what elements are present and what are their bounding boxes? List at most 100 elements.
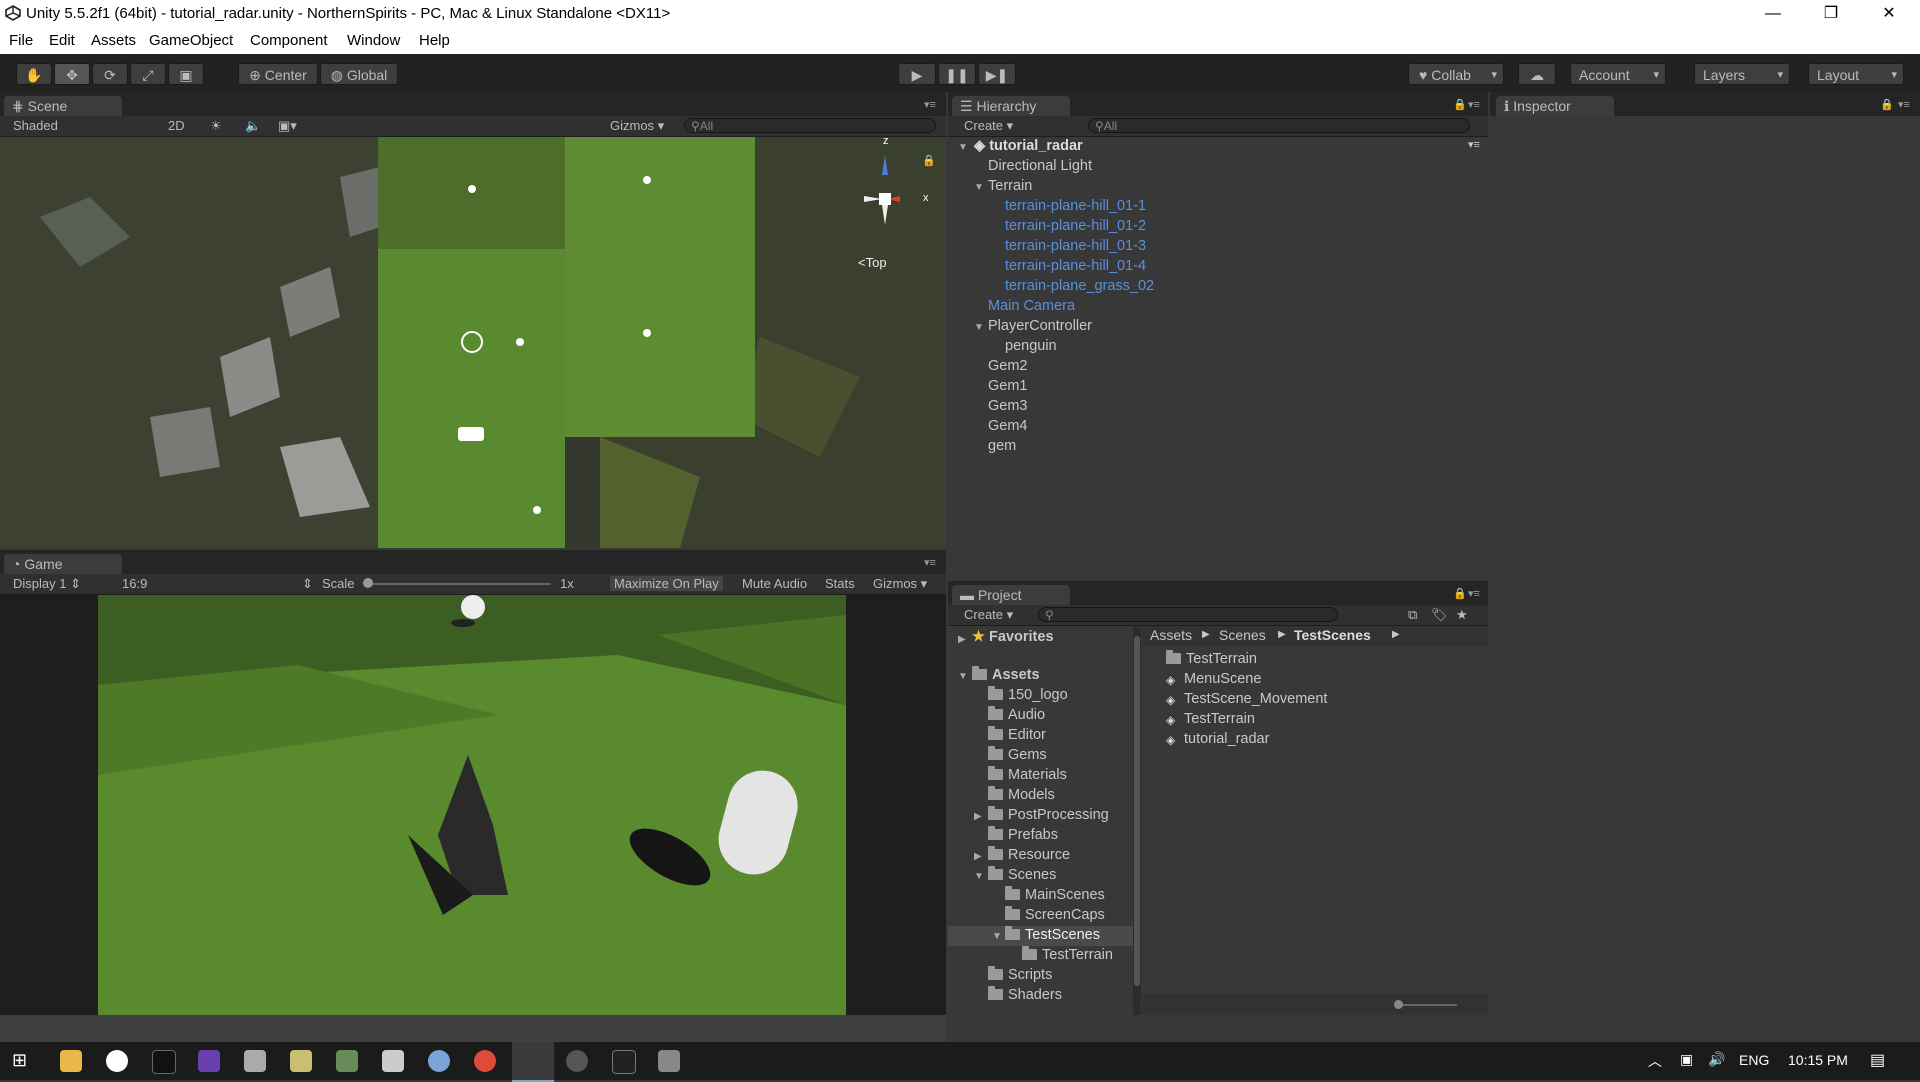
show-hidden-icons-icon[interactable]: ︿ (1648, 1051, 1662, 1071)
tree-scrollbar[interactable] (1133, 626, 1141, 1015)
favorite-star-icon[interactable]: ★ (1456, 607, 1468, 623)
expand-triangle-icon[interactable]: ▶ (958, 634, 966, 645)
tree-folder[interactable]: MainScenes (1005, 886, 1105, 903)
restore-button[interactable]: ❐ (1808, 0, 1854, 28)
menu-window[interactable]: Window (347, 32, 400, 49)
account-dropdown[interactable]: Account (1570, 63, 1666, 86)
hierarchy-item[interactable]: Gem4 (988, 418, 1028, 434)
menu-file[interactable]: File (9, 32, 33, 49)
menu-gameobject[interactable]: GameObject (149, 32, 233, 49)
menu-edit[interactable]: Edit (49, 32, 75, 49)
tree-folder[interactable]: Prefabs (988, 826, 1058, 843)
favorites-folder[interactable]: ★ Favorites (972, 629, 1054, 645)
hierarchy-create-dropdown[interactable]: Create ▾ (964, 118, 1013, 134)
space-toggle[interactable]: ◍ Global (320, 63, 398, 85)
display-dropdown[interactable]: Display 1 ⇕ (13, 576, 81, 592)
toggle-2d[interactable]: 2D (168, 118, 185, 133)
language-indicator[interactable]: ENG (1739, 1052, 1769, 1068)
expand-triangle-icon[interactable]: ▼ (974, 871, 984, 882)
tree-folder[interactable]: Models (988, 786, 1055, 803)
scene-search-input[interactable]: ⚲All (684, 118, 936, 133)
project-create-dropdown[interactable]: Create ▾ (964, 607, 1013, 623)
assets-folder[interactable]: Assets (972, 666, 1040, 683)
scene-viewport[interactable]: z x 🔒 <Top (0, 137, 946, 548)
expand-triangle-icon[interactable]: ▼ (958, 671, 968, 682)
mute-audio-toggle[interactable]: Mute Audio (742, 576, 807, 591)
game-render[interactable] (98, 595, 846, 1015)
menu-component[interactable]: Component (250, 32, 328, 49)
view-label[interactable]: <Top (858, 255, 887, 270)
rotate-tool-button[interactable]: ⟳ (92, 63, 128, 85)
pause-button[interactable]: ❚❚ (938, 63, 976, 85)
tree-folder[interactable]: PostProcessing (988, 806, 1109, 823)
pivot-toggle[interactable]: ⊕ Center (238, 63, 318, 85)
move-tool-button[interactable]: ✥ (54, 63, 90, 85)
hierarchy-item[interactable]: gem (988, 438, 1016, 454)
scene-options-icon[interactable]: ▾≡ (1468, 138, 1480, 151)
browser-icon[interactable] (428, 1050, 450, 1072)
scene-gizmos-dropdown[interactable]: Gizmos ▾ (610, 118, 664, 134)
gizmo-lock-icon[interactable]: 🔒 (922, 154, 936, 167)
icon-size-slider[interactable] (1397, 1004, 1457, 1006)
maximize-on-play-toggle[interactable]: Maximize On Play (610, 576, 723, 591)
hierarchy-item[interactable]: Gem2 (988, 358, 1028, 374)
tree-folder[interactable]: Scenes (988, 866, 1056, 883)
scene-root[interactable]: ◈ tutorial_radar (974, 138, 1083, 154)
aspect-dropdown[interactable]: 16:9 (122, 576, 147, 591)
filter-label-icon[interactable]: 🏷 (1431, 607, 1448, 623)
visual-studio-icon[interactable] (198, 1050, 220, 1072)
expand-triangle-icon[interactable]: ▼ (974, 322, 984, 333)
expand-triangle-icon[interactable]: ▶ (974, 811, 982, 822)
filter-type-icon[interactable]: ⧉ (1408, 607, 1417, 623)
play-button[interactable]: ▶ (898, 63, 936, 85)
scale-slider[interactable] (365, 583, 551, 585)
collab-dropdown[interactable]: ♥ Collab (1408, 63, 1504, 86)
hierarchy-item[interactable]: Terrain (988, 178, 1032, 194)
project-lock-icon[interactable]: 🔒 (1453, 587, 1467, 600)
stats-toggle[interactable]: Stats (825, 576, 855, 591)
hierarchy-item[interactable]: terrain-plane-hill_01-1 (1005, 198, 1146, 214)
tree-folder[interactable]: Audio (988, 706, 1045, 723)
audio-toggle-icon[interactable]: 🔈 (245, 118, 261, 134)
layout-dropdown[interactable]: Layout (1808, 63, 1904, 86)
tree-folder[interactable]: ScreenCaps (1005, 906, 1105, 923)
tree-folder[interactable]: Resource (988, 846, 1070, 863)
tree-folder[interactable]: Scripts (988, 966, 1052, 983)
tree-folder[interactable]: 150_logo (988, 686, 1068, 703)
chrome-icon[interactable] (474, 1050, 496, 1072)
app-icon[interactable] (336, 1050, 358, 1072)
expand-triangle-icon[interactable]: ▼ (974, 182, 984, 193)
file-item[interactable]: TestTerrain (1166, 650, 1257, 667)
close-button[interactable]: ✕ (1866, 0, 1912, 28)
file-item[interactable]: ◈ TestScene_Movement (1166, 691, 1327, 707)
unity-hub-icon[interactable] (382, 1050, 404, 1072)
tree-folder-selected[interactable]: TestScenes (1005, 926, 1100, 943)
expand-triangle-icon[interactable]: ▶ (974, 851, 982, 862)
shading-dropdown[interactable]: Shaded (13, 118, 58, 133)
inspector-lock-icon[interactable]: 🔒 (1880, 98, 1894, 111)
hierarchy-item[interactable]: terrain-plane_grass_02 (1005, 278, 1154, 294)
tree-folder[interactable]: Materials (988, 766, 1067, 783)
obs-icon[interactable] (612, 1050, 636, 1074)
icon-size-slider-thumb[interactable] (1394, 1000, 1403, 1009)
hierarchy-item[interactable]: terrain-plane-hill_01-4 (1005, 258, 1146, 274)
app-icon[interactable] (152, 1050, 176, 1074)
hierarchy-menu-icon[interactable]: ▾≡ (1468, 98, 1480, 111)
hierarchy-item[interactable]: Gem1 (988, 378, 1028, 394)
app-icon[interactable] (658, 1050, 680, 1072)
file-item[interactable]: ◈ TestTerrain (1166, 711, 1255, 727)
scale-tool-button[interactable]: ⤢ (130, 63, 166, 85)
rect-tool-button[interactable]: ▣ (168, 63, 204, 85)
windows-start-icon[interactable]: ⊞ (12, 1050, 27, 1071)
hand-tool-button[interactable]: ✋ (16, 63, 52, 85)
tree-scrollbar-thumb[interactable] (1134, 636, 1140, 986)
expand-triangle-icon[interactable]: ▼ (992, 931, 1002, 942)
hierarchy-item[interactable]: terrain-plane-hill_01-2 (1005, 218, 1146, 234)
tree-folder[interactable]: Gems (988, 746, 1047, 763)
hierarchy-item[interactable]: Gem3 (988, 398, 1028, 414)
tree-folder[interactable]: Shaders (988, 986, 1062, 1003)
expand-triangle-icon[interactable]: ▼ (958, 142, 968, 153)
volume-icon[interactable]: 🔊 (1708, 1051, 1725, 1068)
lighting-toggle-icon[interactable]: ☀ (210, 118, 222, 134)
scale-slider-thumb[interactable] (363, 578, 373, 588)
